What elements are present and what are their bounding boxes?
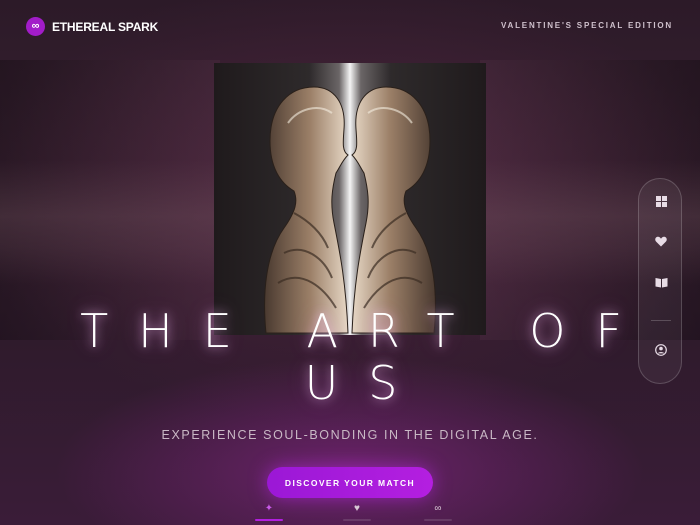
tab-indicator xyxy=(424,519,452,521)
rail-divider xyxy=(651,320,671,321)
tab-connections[interactable]: ∞ xyxy=(424,503,452,525)
hero-title: THE ART OF US xyxy=(0,305,700,409)
sparkles-icon: ✦ xyxy=(264,503,274,514)
hero-artwork xyxy=(214,63,486,335)
side-rail xyxy=(638,178,682,384)
heart-icon: ♥ xyxy=(354,503,360,514)
infinity-logo-icon: ∞ xyxy=(26,17,45,36)
brand[interactable]: ∞ ETHEREAL SPARK xyxy=(26,17,158,36)
edition-label: VALENTINE'S SPECIAL EDITION xyxy=(501,21,673,30)
infinity-icon: ∞ xyxy=(434,503,442,514)
left-figure xyxy=(264,86,349,334)
rail-journal-button[interactable] xyxy=(652,273,670,291)
brand-name: ETHEREAL SPARK xyxy=(52,19,159,34)
profile-icon xyxy=(655,344,667,356)
discover-match-button[interactable]: DISCOVER YOUR MATCH xyxy=(267,467,433,498)
book-icon xyxy=(655,277,667,287)
tab-favorites[interactable]: ♥ xyxy=(343,503,371,525)
tab-indicator xyxy=(343,519,371,521)
bottom-tab-bar: ✦ ♥ ∞ xyxy=(0,503,700,525)
tab-indicator xyxy=(255,519,283,521)
rail-grid-button[interactable] xyxy=(652,192,670,210)
heart-icon xyxy=(655,236,667,246)
grid-icon xyxy=(655,195,667,207)
rail-profile-button[interactable] xyxy=(652,341,670,359)
tab-discover[interactable]: ✦ xyxy=(255,503,283,525)
hero-title-line-2: US xyxy=(304,356,428,410)
right-figure xyxy=(351,86,436,334)
hero-subtitle: EXPERIENCE SOUL-BONDING IN THE DIGITAL A… xyxy=(161,428,539,442)
hero-title-line-1: THE ART OF xyxy=(80,304,652,358)
rail-favorites-button[interactable] xyxy=(652,232,670,250)
